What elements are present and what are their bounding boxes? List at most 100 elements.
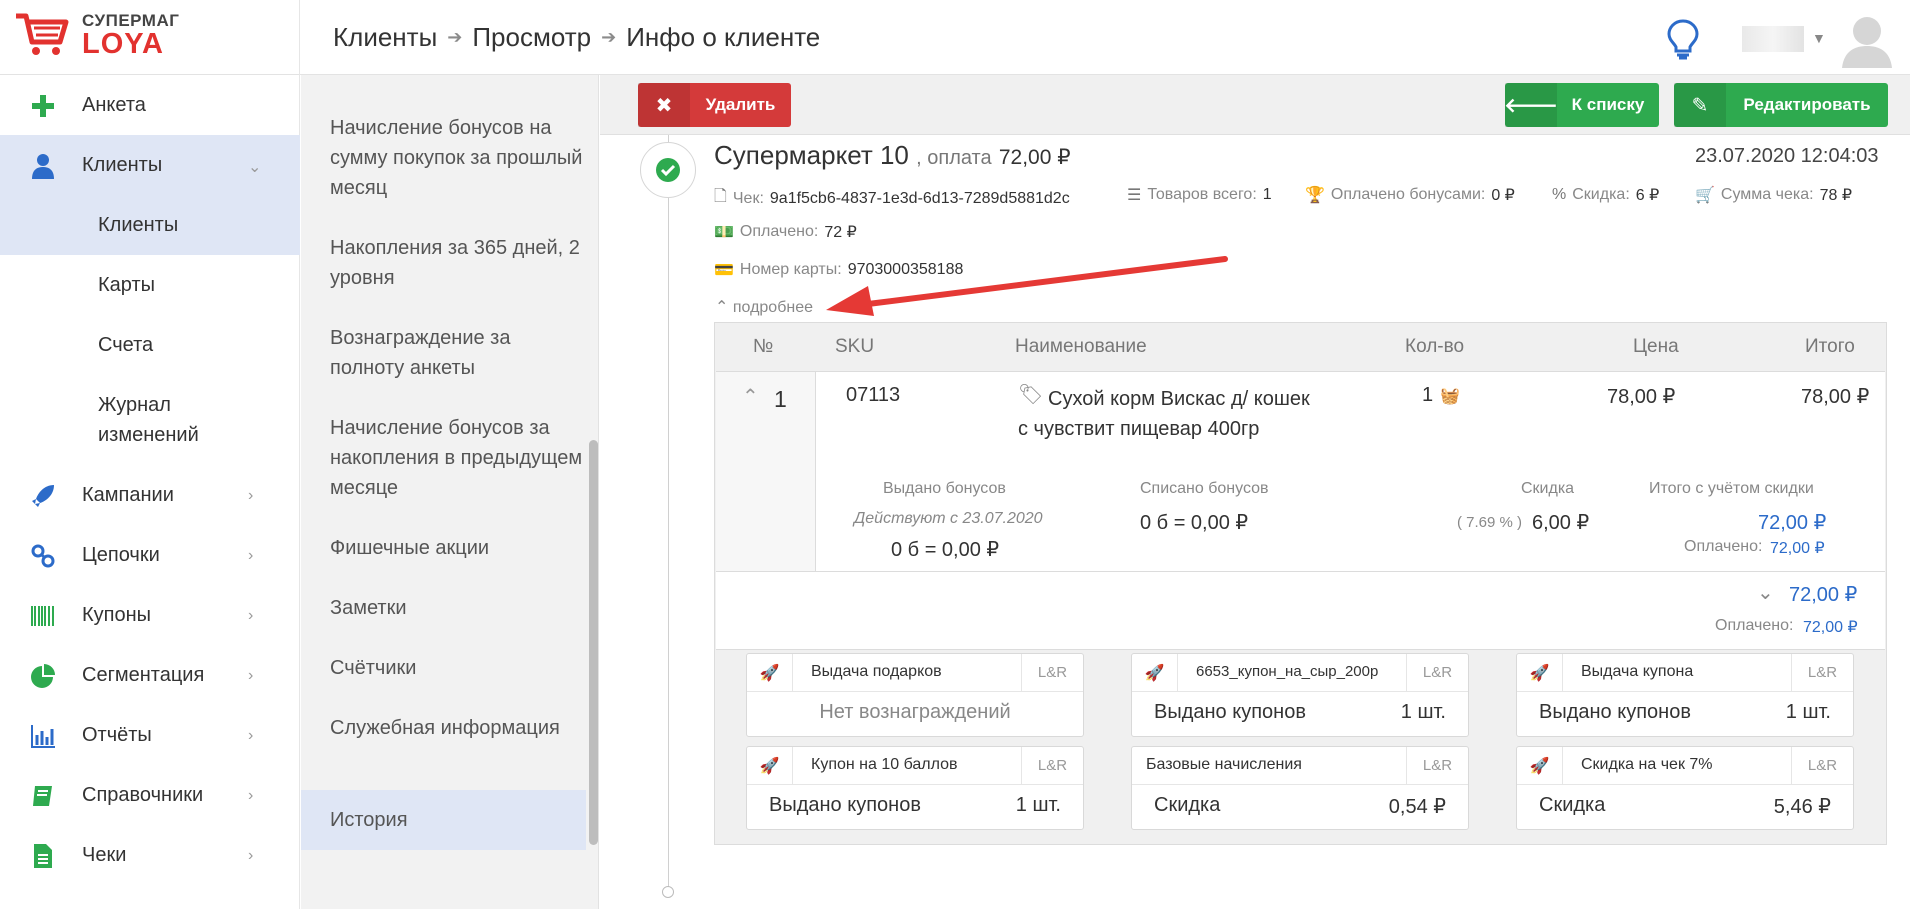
receipt-id: 9a1f5cb6-4837-1e3d-6d13-7289d5881d2c bbox=[769, 189, 1070, 207]
menu-item-label: Начисление бонусов за накопления в преды… bbox=[330, 417, 583, 499]
menu-item-profile-reward[interactable]: Вознаграждение за полноту анкеты bbox=[301, 323, 586, 383]
delete-button[interactable]: ✖ Удалить bbox=[638, 83, 791, 127]
more-toggle[interactable]: ⌃ подробнее bbox=[715, 297, 813, 317]
row-price: 78,00 ₽ bbox=[1607, 386, 1676, 408]
meta-label: Чек: bbox=[732, 189, 764, 207]
sidebar-subitem-accounts[interactable]: Счета bbox=[0, 315, 300, 375]
plus-icon bbox=[32, 95, 54, 117]
promo-body-label: Выдано купонов bbox=[1539, 701, 1691, 723]
sidebar-subitem-clients[interactable]: Клиенты bbox=[0, 195, 300, 255]
sidebar-item-clients[interactable]: Клиенты ⌄ bbox=[0, 135, 300, 195]
sidebar-subitem-cards[interactable]: Карты bbox=[0, 255, 300, 315]
payment-amount: 72,00 ₽ bbox=[998, 146, 1071, 169]
breadcrumb-item[interactable]: Просмотр bbox=[472, 22, 591, 53]
sidebar-item-directories[interactable]: Справочники › bbox=[0, 765, 300, 825]
sidebar-item-campaigns[interactable]: Кампании › bbox=[0, 465, 300, 525]
discount-value: 6,00 ₽ bbox=[1532, 512, 1590, 534]
discount-label: Скидка bbox=[1521, 480, 1575, 497]
chevron-down-icon: ⌄ bbox=[248, 159, 262, 176]
more-label: подробнее bbox=[732, 299, 813, 316]
arrow-right-icon: ➔ bbox=[601, 27, 617, 47]
promo-title: Базовые начисления bbox=[1146, 756, 1302, 773]
total-with-discount-label: Итого с учётом скидки bbox=[1649, 480, 1814, 497]
back-button-label: К списку bbox=[1571, 95, 1645, 114]
row-paid-value: 72,00 ₽ bbox=[1770, 540, 1825, 557]
delete-button-label: Удалить bbox=[705, 95, 776, 114]
discount-percent: ( 7.69 % ) bbox=[1457, 514, 1523, 531]
back-to-list-button[interactable]: 🡐 К списку bbox=[1504, 83, 1659, 127]
check-circle-icon bbox=[656, 158, 680, 182]
chevron-up-icon: ⌃ bbox=[715, 299, 729, 316]
promo-body: Выдано купонов 1 шт. bbox=[1539, 701, 1831, 724]
chevron-down-icon[interactable]: ▼ bbox=[1812, 30, 1826, 46]
client-section-menu: Начисление бонусов на сумму покупок за п… bbox=[301, 75, 599, 909]
sidebar-item-coupons[interactable]: Купоны › bbox=[0, 585, 300, 645]
issued-bonus-label: Выдано бонусов bbox=[883, 480, 1006, 497]
meta-items: ☰ Товаров всего: 1 bbox=[1127, 185, 1272, 205]
scrollbar[interactable] bbox=[589, 440, 598, 845]
timeline-end-dot bbox=[662, 886, 674, 898]
promo-body-value: 0,54 ₽ bbox=[1388, 796, 1446, 818]
file-icon: 🗋 bbox=[714, 188, 727, 205]
close-icon: ✖ bbox=[638, 83, 690, 127]
avatar[interactable] bbox=[1840, 12, 1894, 68]
sidebar-item-receipts[interactable]: Чеки › bbox=[0, 825, 300, 885]
menu-item-notes[interactable]: Заметки bbox=[301, 593, 586, 623]
barcode-icon bbox=[31, 606, 54, 626]
promo-card: Базовые начисления L&R Скидка 0,54 ₽ bbox=[1131, 746, 1469, 830]
promo-tag: L&R bbox=[1021, 654, 1083, 692]
chevron-down-icon[interactable]: ⌄ bbox=[1757, 580, 1774, 605]
edit-button[interactable]: ✎ Редактировать bbox=[1674, 83, 1888, 127]
chevron-right-icon: › bbox=[248, 787, 254, 804]
items-count: 1 bbox=[1262, 186, 1272, 203]
menu-item-chip-promos[interactable]: Фишечные акции bbox=[301, 533, 586, 563]
user-name-placeholder[interactable] bbox=[1742, 26, 1804, 52]
bar-chart-icon bbox=[31, 725, 55, 748]
credit-card-icon: 💳 bbox=[714, 262, 734, 279]
cart-logo-icon bbox=[16, 13, 69, 55]
menu-item-label: Счётчики bbox=[330, 657, 417, 679]
menu-item-history[interactable]: История bbox=[301, 790, 586, 850]
sidebar-item-label: Чеки bbox=[82, 843, 127, 866]
promo-card: 🚀 Купон на 10 баллов L&R Выдано купонов 1… bbox=[746, 746, 1084, 830]
sidebar-item-chains[interactable]: Цепочки › bbox=[0, 525, 300, 585]
promo-title: Выдача подарков bbox=[811, 663, 942, 680]
sidebar: Анкета Клиенты ⌄ Клиенты Карты Счета Жур… bbox=[0, 75, 300, 909]
summary-total: 72,00 ₽ bbox=[1789, 584, 1858, 606]
promo-title: Скидка на чек 7% bbox=[1581, 756, 1713, 773]
logo[interactable]: СУПЕРМАГ LOYA bbox=[0, 0, 300, 75]
menu-item-label: Заметки bbox=[330, 597, 407, 619]
menu-item-monthly-bonus[interactable]: Начисление бонусов на сумму покупок за п… bbox=[301, 113, 586, 203]
menu-item-service-info[interactable]: Служебная информация bbox=[301, 713, 586, 773]
promo-title: Купон на 10 баллов bbox=[811, 756, 958, 773]
sidebar-item-label: Цепочки bbox=[82, 543, 160, 566]
menu-item-365-days[interactable]: Накопления за 365 дней, 2 уровня bbox=[301, 233, 586, 293]
valid-from: Действуют с 23.07.2020 bbox=[854, 510, 1043, 527]
lightbulb-icon[interactable] bbox=[1665, 18, 1701, 60]
chevron-up-icon[interactable]: ⌃ bbox=[742, 384, 759, 409]
column-header: Итого bbox=[1805, 336, 1855, 357]
promo-tag: L&R bbox=[1021, 747, 1083, 785]
sidebar-item-segmentation[interactable]: Сегментация › bbox=[0, 645, 300, 705]
column-header: № bbox=[753, 336, 774, 357]
sidebar-subitem-label: Карты bbox=[98, 274, 155, 296]
menu-item-label: Начисление бонусов на сумму покупок за п… bbox=[330, 117, 583, 199]
breadcrumb-item[interactable]: Клиенты bbox=[333, 22, 437, 53]
promo-card: 🚀 Выдача купона L&R Выдано купонов 1 шт. bbox=[1516, 653, 1854, 737]
paid-value: 72 ₽ bbox=[824, 224, 857, 241]
document-icon bbox=[34, 844, 52, 868]
table-summary-row: ⌄ 72,00 ₽ Оплачено: 72,00 ₽ bbox=[716, 572, 1885, 650]
written-bonus-value: 0 б = 0,00 ₽ bbox=[1140, 512, 1249, 534]
sidebar-subitem-label: Счета bbox=[98, 334, 154, 356]
menu-item-accumulation-bonus[interactable]: Начисление бонусов за накопления в преды… bbox=[301, 413, 586, 503]
menu-item-label: Служебная информация bbox=[330, 717, 560, 739]
book-icon bbox=[33, 786, 52, 806]
sidebar-item-reports[interactable]: Отчёты › bbox=[0, 705, 300, 765]
sidebar-subitem-changelog[interactable]: Журнал изменений bbox=[0, 375, 300, 465]
chevron-right-icon: › bbox=[248, 727, 254, 744]
cart-icon: 🛒 bbox=[1695, 187, 1715, 204]
promo-body-value: 1 шт. bbox=[1015, 794, 1061, 816]
chevron-right-icon: › bbox=[248, 547, 254, 564]
sidebar-item-anketa[interactable]: Анкета bbox=[0, 75, 300, 135]
menu-item-counters[interactable]: Счётчики bbox=[301, 653, 586, 683]
